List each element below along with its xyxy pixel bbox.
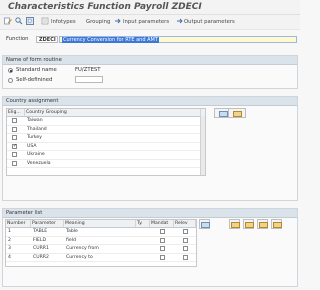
move-row-button[interactable] bbox=[271, 219, 282, 229]
form-routine-group: Name of form routine Standard name FU/ZT… bbox=[2, 55, 298, 89]
function-row: Function ZDECI Currency Conversion for R… bbox=[0, 34, 300, 46]
function-field[interactable]: ZDECI bbox=[36, 36, 58, 43]
number-cell: 2 bbox=[8, 237, 11, 243]
insert-row-button[interactable] bbox=[229, 219, 240, 229]
country-table-scrollbar[interactable] bbox=[200, 116, 205, 175]
number-cell: 3 bbox=[8, 246, 11, 251]
title-bar: Characteristics Function Payroll ZDECI bbox=[0, 0, 300, 15]
self-defined-radio[interactable] bbox=[8, 78, 13, 83]
relevant-checkbox[interactable] bbox=[183, 246, 188, 251]
relevant-checkbox[interactable] bbox=[183, 229, 188, 234]
function-description-text: Currency Conversion for RTE and AMT bbox=[62, 37, 159, 43]
active-toggle-icon[interactable] bbox=[26, 17, 34, 25]
function-label: Function bbox=[6, 36, 29, 42]
standard-name-label: Standard name bbox=[16, 67, 57, 73]
standard-name-value: FU/ZTEST bbox=[75, 67, 101, 73]
function-description[interactable]: Currency Conversion for RTE and AMT bbox=[59, 36, 297, 43]
country-cell: Venezuela bbox=[27, 160, 51, 166]
country-cell: Turkey bbox=[27, 135, 42, 140]
col-relevant[interactable]: Relev bbox=[174, 220, 196, 227]
copy-row-icon bbox=[259, 221, 268, 228]
country-cell: USA bbox=[27, 143, 37, 149]
col-mandatory[interactable]: Mandat bbox=[150, 220, 174, 227]
country-assignment-header: Country assignment bbox=[3, 97, 297, 106]
table-row[interactable]: 2 FIELD field bbox=[6, 237, 196, 245]
standard-name-radio[interactable] bbox=[8, 68, 13, 73]
col-country-grouping[interactable]: Country Grouping bbox=[25, 109, 201, 116]
grouping-button[interactable]: Grouping bbox=[86, 17, 110, 26]
col-number[interactable]: Number bbox=[6, 220, 31, 227]
eligible-checkbox[interactable] bbox=[12, 160, 17, 166]
insert-row-icon bbox=[231, 221, 240, 228]
country-cell: Taiwan bbox=[27, 118, 43, 123]
country-table-header: Elig... Country Grouping bbox=[7, 109, 205, 117]
table-config-button[interactable] bbox=[199, 219, 210, 229]
parameter-cell: TABLE bbox=[33, 229, 48, 234]
table-row[interactable]: Taiwan bbox=[7, 117, 205, 126]
country-cell: Ukraine bbox=[27, 152, 45, 157]
meaning-cell: Currency from bbox=[66, 246, 99, 251]
number-cell: 1 bbox=[8, 229, 11, 234]
col-type[interactable]: Ty. bbox=[136, 220, 150, 227]
select-all-icon bbox=[219, 110, 228, 117]
meaning-cell: Currency to bbox=[66, 254, 93, 260]
number-cell: 4 bbox=[8, 254, 11, 260]
col-eligible[interactable]: Elig... bbox=[7, 109, 25, 116]
parameter-table-header: Number Parameter Meaning Ty. Mandat Rele… bbox=[6, 220, 196, 228]
mandatory-checkbox[interactable] bbox=[160, 229, 165, 234]
deselect-all-icon bbox=[233, 110, 242, 117]
relevant-checkbox[interactable] bbox=[183, 254, 188, 260]
copy-row-button[interactable] bbox=[257, 219, 268, 229]
table-row[interactable]: Thailand bbox=[7, 126, 205, 134]
window-title: Characteristics Function Payroll ZDECI bbox=[8, 2, 202, 12]
eligible-checkbox[interactable] bbox=[12, 135, 17, 140]
eligible-checkbox[interactable] bbox=[12, 126, 17, 132]
meaning-cell: Table bbox=[66, 229, 78, 234]
table-settings-icon bbox=[201, 221, 210, 228]
infotypes-button[interactable]: Infotypes bbox=[51, 17, 76, 26]
table-row[interactable]: Ukraine bbox=[7, 151, 205, 160]
table-row[interactable]: Turkey bbox=[7, 134, 205, 143]
deselect-all-button[interactable] bbox=[228, 108, 246, 118]
form-routine-header: Name of form routine bbox=[3, 56, 297, 65]
self-defined-label: Self-definined bbox=[16, 77, 53, 83]
move-row-icon bbox=[273, 221, 282, 228]
mandatory-checkbox[interactable] bbox=[160, 246, 165, 251]
input-parameters-button[interactable]: Input parameters bbox=[123, 17, 169, 26]
display-change-icon[interactable] bbox=[4, 17, 12, 25]
mandatory-checkbox[interactable] bbox=[160, 254, 165, 260]
eligible-checkbox[interactable] bbox=[12, 118, 17, 123]
relevant-checkbox[interactable] bbox=[183, 237, 188, 243]
col-parameter[interactable]: Parameter bbox=[31, 220, 64, 227]
output-parameters-button[interactable]: Output parameters bbox=[184, 17, 235, 26]
table-row[interactable]: 4 CURR2 Currency to bbox=[6, 254, 196, 262]
table-row[interactable]: Venezuela bbox=[7, 160, 205, 168]
table-row[interactable]: 1 TABLE Table bbox=[6, 228, 196, 237]
parameter-cell: CURR1 bbox=[33, 246, 49, 251]
output-parameters-icon[interactable] bbox=[175, 17, 183, 25]
country-cell: Thailand bbox=[27, 126, 47, 132]
meaning-cell: field bbox=[66, 237, 76, 243]
parameter-list-header: Parameter list bbox=[3, 209, 297, 218]
country-assignment-group: Country assignment Elig... Country Group… bbox=[2, 96, 298, 201]
eligible-checkbox[interactable] bbox=[12, 152, 17, 157]
other-object-icon[interactable] bbox=[15, 17, 23, 25]
infotypes-icon[interactable] bbox=[41, 17, 49, 25]
parameter-cell: FIELD bbox=[33, 237, 46, 243]
delete-row-button[interactable] bbox=[243, 219, 254, 229]
parameter-table: Number Parameter Meaning Ty. Mandat Rele… bbox=[5, 219, 197, 267]
table-row[interactable]: 3 CURR1 Currency from bbox=[6, 245, 196, 254]
input-parameters-icon[interactable] bbox=[114, 17, 122, 25]
country-table: Elig... Country Grouping Taiwan Thailand… bbox=[6, 108, 206, 176]
table-row[interactable]: USA bbox=[7, 143, 205, 151]
application-toolbar: Infotypes Grouping Input parameters Outp… bbox=[0, 15, 300, 30]
parameter-cell: CURR2 bbox=[33, 254, 49, 260]
mandatory-checkbox[interactable] bbox=[160, 237, 165, 243]
delete-row-icon bbox=[245, 221, 254, 228]
col-meaning[interactable]: Meaning bbox=[64, 220, 136, 227]
self-defined-field[interactable] bbox=[75, 76, 103, 83]
eligible-checkbox[interactable] bbox=[12, 143, 17, 149]
parameter-list-group: Parameter list Number Parameter Meaning … bbox=[2, 208, 298, 287]
